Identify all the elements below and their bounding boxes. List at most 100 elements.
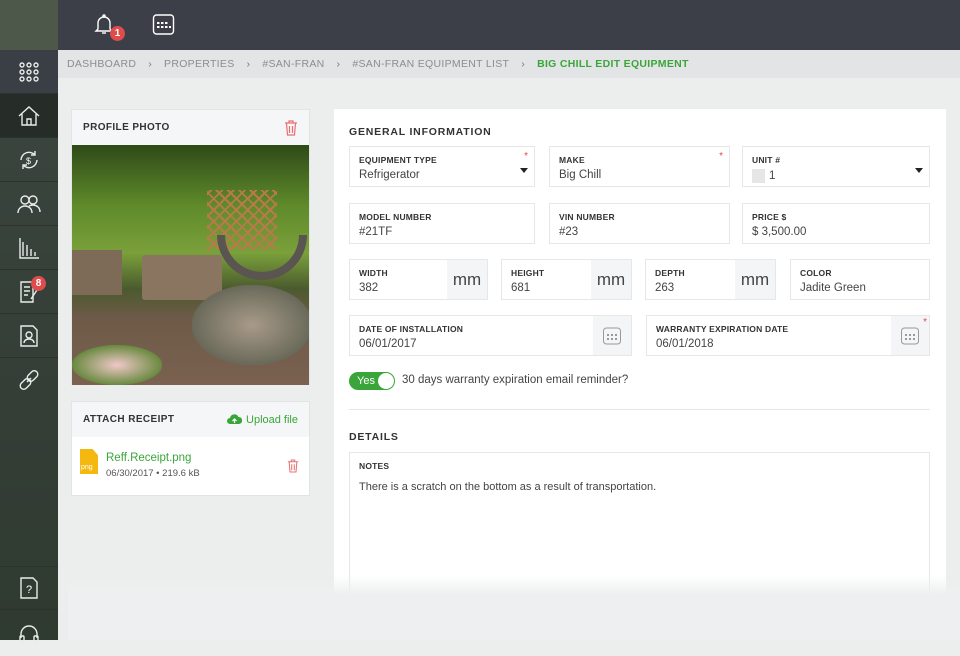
bar-chart-icon <box>19 237 39 259</box>
house-icon <box>18 105 40 126</box>
upload-file-button[interactable]: Upload file <box>227 414 298 426</box>
details-title: DETAILS <box>349 431 399 443</box>
chevron-right-icon: › <box>521 58 526 70</box>
headset-icon <box>19 625 39 643</box>
cloud-upload-icon <box>227 414 243 424</box>
caret-down-icon <box>520 168 528 173</box>
make-input[interactable]: MAKE Big Chill * <box>549 146 730 187</box>
trash-icon[interactable] <box>284 119 298 136</box>
unit-thumbnail-icon <box>752 169 765 183</box>
date-picker-button[interactable] <box>593 316 631 355</box>
field-value: 06/01/2017 <box>359 338 417 350</box>
breadcrumb-equipment-list[interactable]: #SAN-FRAN EQUIPMENT LIST <box>352 58 509 70</box>
installation-date-input[interactable]: DATE OF INSTALLATION 06/01/2017 <box>349 315 632 356</box>
chevron-right-icon: › <box>246 58 251 70</box>
trash-icon[interactable] <box>287 459 299 473</box>
receipt-file-name[interactable]: Reff.Receipt.png <box>106 452 191 464</box>
sidebar-item-tasks[interactable]: 8 <box>0 270 58 314</box>
profile-photo-image <box>72 145 309 385</box>
field-value: Refrigerator <box>359 169 420 181</box>
field-label: MAKE <box>559 155 585 165</box>
svg-text:?: ? <box>26 584 32 596</box>
png-file-icon: png <box>80 449 98 474</box>
money-cycle-icon: $ <box>20 150 38 169</box>
receipt-file-item[interactable]: png Reff.Receipt.png 06/30/2017 • 219.6 … <box>72 437 309 495</box>
warranty-date-input[interactable]: WARRANTY EXPIRATION DATE 06/01/2018 * <box>646 315 930 356</box>
help-button[interactable]: ? <box>0 566 58 610</box>
calendar-button[interactable] <box>152 13 175 41</box>
calendar-icon <box>152 14 175 35</box>
field-label: DATE OF INSTALLATION <box>359 324 464 334</box>
sidebar-item-links[interactable] <box>0 358 58 402</box>
divider <box>349 409 930 410</box>
field-value: Jadite Green <box>800 282 866 294</box>
color-input[interactable]: COLOR Jadite Green <box>790 259 930 300</box>
notifications-button[interactable]: 1 <box>92 12 125 41</box>
price-input[interactable]: PRICE $ $ 3,500.00 <box>742 203 930 244</box>
file-size: 219.6 kB <box>162 468 200 479</box>
field-label: NOTES <box>359 461 390 471</box>
field-label: VIN NUMBER <box>559 212 615 222</box>
required-marker: * <box>719 151 723 162</box>
chevron-right-icon: › <box>148 58 153 70</box>
profile-photo-card: PROFILE PHOTO <box>71 109 310 385</box>
file-date: 06/30/2017 <box>106 468 154 479</box>
depth-input[interactable]: DEPTH 263 mm <box>645 259 776 300</box>
top-bar <box>0 0 960 50</box>
required-marker: * <box>923 317 927 328</box>
reminder-text: 30 days warranty expiration email remind… <box>402 374 629 386</box>
toggle-label: Yes <box>357 375 375 387</box>
unit-select[interactable]: UNIT # 1 <box>742 146 930 187</box>
calendar-icon <box>603 327 621 344</box>
breadcrumb-current: BIG CHILL EDIT EQUIPMENT <box>537 58 689 70</box>
sidebar: $ 8 ? <box>0 50 58 643</box>
calendar-icon <box>901 327 919 344</box>
field-label: UNIT # <box>752 155 781 165</box>
bottom-fade <box>68 575 960 640</box>
svg-text:$: $ <box>26 156 31 166</box>
toggle-knob <box>378 373 394 389</box>
logo-area <box>0 0 58 50</box>
height-input[interactable]: HEIGHT 681 mm <box>501 259 632 300</box>
grid-icon <box>19 61 39 82</box>
equipment-type-select[interactable]: EQUIPMENT TYPE Refrigerator * <box>349 146 535 187</box>
width-input[interactable]: WIDTH 382 mm <box>349 259 488 300</box>
vin-number-input[interactable]: VIN NUMBER #23 <box>549 203 730 244</box>
breadcrumb-dashboard[interactable]: DASHBOARD <box>67 58 136 70</box>
file-ext: png <box>81 464 93 471</box>
users-icon <box>17 194 41 213</box>
link-icon <box>19 370 39 390</box>
notes-value: There is a scratch on the bottom as a re… <box>359 481 657 493</box>
model-number-input[interactable]: MODEL NUMBER #21TF <box>349 203 535 244</box>
sidebar-item-payments[interactable]: $ <box>0 138 58 182</box>
breadcrumb-properties[interactable]: PROPERTIES <box>164 58 235 70</box>
tasks-badge: 8 <box>31 276 46 291</box>
attach-receipt-card: ATTACH RECEIPT Upload file png Reff.Rece… <box>71 401 310 496</box>
unit-suffix: mm <box>591 260 631 299</box>
support-button[interactable] <box>0 612 58 656</box>
sidebar-item-reports[interactable] <box>0 226 58 270</box>
field-value: 1 <box>769 170 776 182</box>
field-value: 06/01/2018 <box>656 338 714 350</box>
field-value: Big Chill <box>559 169 602 181</box>
breadcrumb: DASHBOARD › PROPERTIES › #SAN-FRAN › #SAN-F… <box>58 50 960 78</box>
upload-file-label: Upload file <box>246 413 298 426</box>
sidebar-item-contacts[interactable] <box>0 314 58 358</box>
sidebar-item-tenants[interactable] <box>0 182 58 226</box>
field-label: COLOR <box>800 268 832 278</box>
field-label: EQUIPMENT TYPE <box>359 155 437 165</box>
reminder-toggle[interactable]: Yes <box>349 372 395 390</box>
attach-receipt-title: ATTACH RECEIPT <box>83 414 175 425</box>
field-value: #21TF <box>359 226 393 238</box>
unit-suffix: mm <box>447 260 487 299</box>
field-label: MODEL NUMBER <box>359 212 432 222</box>
field-value: $ 3,500.00 <box>752 226 807 238</box>
sidebar-item-properties[interactable] <box>0 94 58 138</box>
unit-suffix: mm <box>735 260 775 299</box>
sidebar-item-apps[interactable] <box>0 50 58 94</box>
required-marker: * <box>524 151 528 162</box>
chevron-right-icon: › <box>336 58 341 70</box>
contact-card-icon <box>20 324 38 347</box>
caret-down-icon <box>915 168 923 173</box>
breadcrumb-san-fran[interactable]: #SAN-FRAN <box>262 58 324 70</box>
